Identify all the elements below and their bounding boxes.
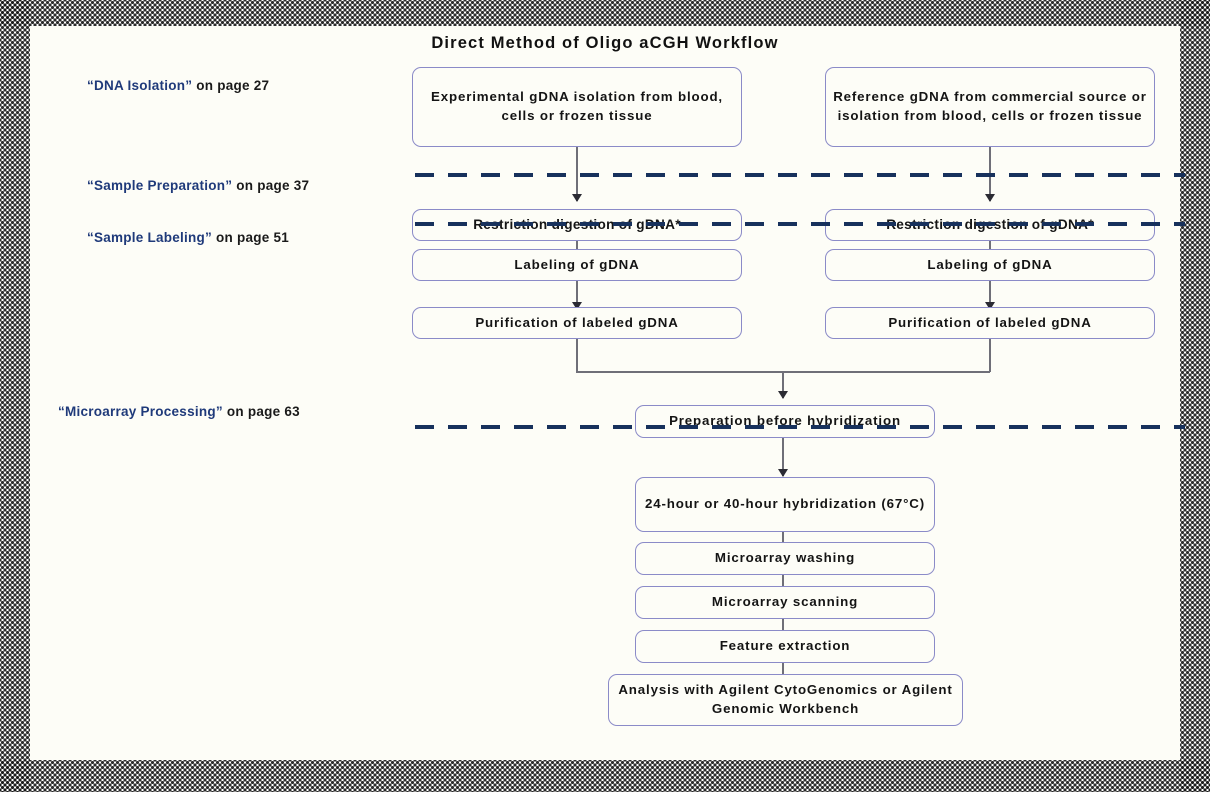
diagram-title: Direct Method of Oligo aCGH Workflow: [431, 34, 779, 52]
flow-box-purification-left[interactable]: Purification of labeled gDNA: [412, 307, 742, 339]
flow-box-preparation-before-hybridization[interactable]: Preparation before hybridization: [635, 405, 935, 438]
flow-box-experimental-gdna-isolation[interactable]: Experimental gDNA isolation from blood, …: [412, 67, 742, 147]
flow-box-microarray-scanning[interactable]: Microarray scanning: [635, 586, 935, 619]
flow-box-microarray-washing[interactable]: Microarray washing: [635, 542, 935, 575]
page-canvas: Direct Method of Oligo aCGH Workflow “DN…: [0, 0, 1210, 792]
frame-border-top: [0, 0, 1210, 26]
stage-separator-sample-labeling: [415, 222, 1185, 226]
arrow-left-1: [571, 194, 582, 202]
merge-drop-right: [989, 339, 991, 372]
merge-drop-left: [576, 339, 578, 372]
stage-separator-sample-preparation: [415, 173, 1185, 177]
arrow-merge: [777, 391, 788, 399]
arrow-merge-1: [777, 469, 788, 477]
flow-box-labeling-right[interactable]: Labeling of gDNA: [825, 249, 1155, 281]
section-ref-page: on page 63: [226, 404, 300, 419]
section-ref-sample-preparation[interactable]: “Sample Preparation” on page 37: [87, 178, 309, 193]
diagram-panel: Direct Method of Oligo aCGH Workflow “DN…: [30, 26, 1185, 760]
section-ref-page: on page 37: [236, 178, 310, 193]
flow-box-labeling-left[interactable]: Labeling of gDNA: [412, 249, 742, 281]
flow-box-feature-extraction[interactable]: Feature extraction: [635, 630, 935, 663]
section-ref-page: on page 51: [216, 230, 290, 245]
stage-separator-microarray-processing: [415, 425, 1185, 429]
section-ref-sample-labeling[interactable]: “Sample Labeling” on page 51: [87, 230, 289, 245]
frame-border-bottom: [0, 760, 1210, 792]
arrow-right-1: [984, 194, 995, 202]
frame-border-right: [1180, 0, 1210, 792]
flow-box-reference-gdna[interactable]: Reference gDNA from commercial source or…: [825, 67, 1155, 147]
flow-box-hybridization[interactable]: 24-hour or 40-hour hybridization (67°C): [635, 477, 935, 532]
section-ref-microarray-processing[interactable]: “Microarray Processing” on page 63: [58, 404, 300, 419]
flow-box-purification-right[interactable]: Purification of labeled gDNA: [825, 307, 1155, 339]
section-ref-dna-isolation[interactable]: “DNA Isolation” on page 27: [87, 78, 269, 93]
frame-border-left: [0, 0, 30, 792]
section-ref-page: on page 27: [196, 78, 270, 93]
flow-box-analysis[interactable]: Analysis with Agilent CytoGenomics or Ag…: [608, 674, 963, 726]
section-ref-label: “DNA Isolation”: [87, 78, 197, 93]
section-ref-label: “Sample Labeling”: [87, 230, 217, 245]
section-ref-label: “Sample Preparation”: [87, 178, 237, 193]
section-ref-label: “Microarray Processing”: [58, 404, 227, 419]
